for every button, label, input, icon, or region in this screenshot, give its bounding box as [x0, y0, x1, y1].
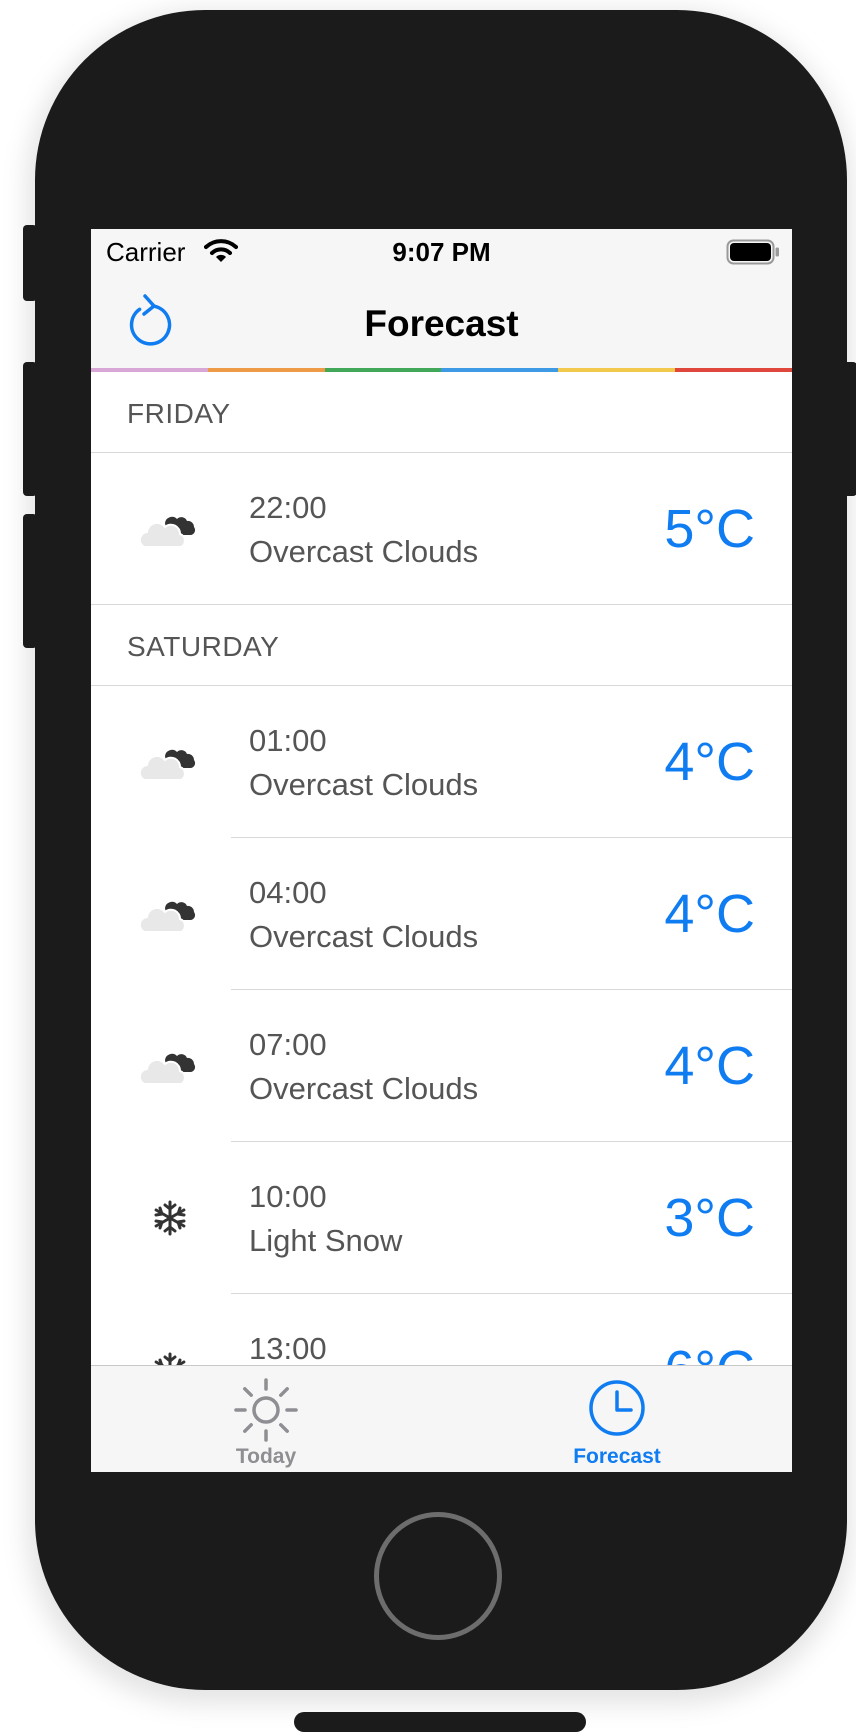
status-bar: Carrier 9:07 PM — [91, 229, 792, 273]
tab-forecast[interactable]: Forecast — [442, 1366, 792, 1472]
forecast-temperature: 4°C — [664, 732, 755, 792]
forecast-row[interactable]: 13:00 6°C — [91, 1294, 792, 1365]
forecast-row[interactable]: 04:00 Overcast Clouds 4°C — [91, 838, 792, 990]
forecast-row[interactable]: 07:00 Overcast Clouds 4°C — [91, 990, 792, 1142]
section-title: FRIDAY — [127, 398, 231, 429]
forecast-description: Overcast Clouds — [249, 1071, 479, 1106]
forecast-description: Overcast Clouds — [249, 767, 479, 802]
overcast-clouds-icon — [138, 900, 197, 933]
forecast-time: 13:00 — [249, 1331, 327, 1365]
forecast-temperature: 4°C — [664, 884, 755, 944]
volume-up-button — [23, 362, 37, 496]
forecast-description: Overcast Clouds — [249, 534, 479, 569]
home-button[interactable] — [374, 1512, 502, 1640]
status-time: 9:07 PM — [392, 237, 491, 267]
forecast-time: 22:00 — [249, 490, 327, 525]
overcast-clouds-icon — [138, 515, 197, 548]
forecast-time: 01:00 — [249, 723, 327, 758]
tab-today[interactable]: Today — [91, 1366, 441, 1472]
battery-icon — [726, 239, 779, 265]
sun-icon — [234, 1378, 298, 1442]
forecast-temperature: 4°C — [664, 1036, 755, 1096]
forecast-row[interactable]: 10:00 Light Snow 3°C — [91, 1142, 792, 1294]
phone-bottom-edge — [294, 1712, 586, 1732]
forecast-description: Light Snow — [249, 1223, 403, 1258]
forecast-time: 07:00 — [249, 1027, 327, 1062]
page-title: Forecast — [364, 303, 519, 344]
section-title: SATURDAY — [127, 631, 280, 662]
navigation-bar: Forecast — [91, 273, 792, 369]
forecast-list[interactable]: FRIDAY 22:00 Overcast Clouds 5°C SATURDA… — [91, 372, 792, 1365]
snowflake-icon — [154, 1200, 186, 1236]
app-screen: Carrier 9:07 PM Forecast FRIDAY 22:00 Ov… — [91, 229, 792, 1472]
snowflake-icon — [154, 1352, 186, 1365]
section-header-friday: FRIDAY — [91, 372, 792, 453]
section-header-saturday: SATURDAY — [91, 605, 792, 686]
tab-bar: Today Forecast — [91, 1365, 792, 1472]
forecast-time: 10:00 — [249, 1179, 327, 1214]
forecast-temperature: 5°C — [664, 499, 755, 559]
overcast-clouds-icon — [138, 748, 197, 781]
tab-label: Forecast — [573, 1445, 661, 1468]
power-button — [843, 362, 856, 496]
forecast-description: Overcast Clouds — [249, 919, 479, 954]
forecast-temperature: 6°C — [664, 1339, 755, 1365]
tab-label: Today — [235, 1445, 297, 1468]
clock-icon — [589, 1380, 645, 1436]
forecast-row[interactable]: 22:00 Overcast Clouds 5°C — [91, 453, 792, 605]
volume-down-button — [23, 514, 37, 648]
overcast-clouds-icon — [138, 1052, 197, 1085]
forecast-row[interactable]: 01:00 Overcast Clouds 4°C — [91, 686, 792, 838]
forecast-temperature: 3°C — [664, 1188, 755, 1248]
forecast-time: 04:00 — [249, 875, 327, 910]
mute-switch — [23, 225, 37, 301]
